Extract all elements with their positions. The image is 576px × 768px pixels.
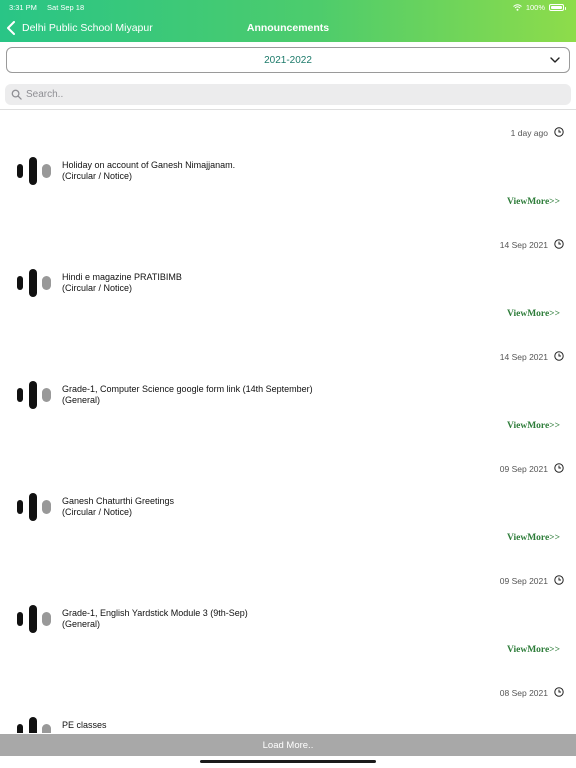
school-logo-icon: [17, 493, 51, 521]
view-more-link[interactable]: ViewMore>>: [507, 533, 560, 543]
announcement-title: Holiday on account of Ganesh Nimajjanam.: [62, 160, 236, 170]
view-more-link[interactable]: ViewMore>>: [507, 421, 560, 431]
clock-icon: [554, 239, 564, 249]
battery-icon: [549, 4, 566, 11]
announcement-category: (General): [62, 395, 101, 405]
search-box[interactable]: [5, 84, 571, 105]
announcement-title: Grade-1, English Yardstick Module 3 (9th…: [62, 608, 248, 618]
clock-icon: [554, 687, 564, 697]
announcement-card: 14 Sep 2021 Grade-1, Computer Science go…: [0, 335, 576, 447]
announcement-card: 09 Sep 2021 Ganesh Chaturthi Greetings (…: [0, 447, 576, 559]
search-input[interactable]: [26, 89, 546, 100]
announcement-date: 09 Sep 2021: [499, 576, 548, 586]
announcement-category: (Circular / Notice): [62, 507, 133, 517]
load-more-button[interactable]: Load More..: [0, 734, 576, 756]
announcement-title: Ganesh Chaturthi Greetings: [62, 496, 175, 506]
battery-percent: 100%: [525, 3, 545, 12]
announcement-category: (General): [62, 619, 101, 629]
search-icon: [11, 89, 22, 100]
school-logo-icon: [17, 717, 51, 733]
wifi-icon: [512, 4, 522, 11]
academic-year-value: 2021-2022: [264, 54, 312, 66]
clock-icon: [554, 463, 564, 473]
announcement-title: Hindi e magazine PRATIBIMB: [62, 272, 182, 282]
page-title: Announcements: [246, 22, 330, 34]
announcement-date: 09 Sep 2021: [499, 464, 548, 474]
announcement-category: (Circular / Notice): [62, 171, 133, 181]
view-more-link[interactable]: ViewMore>>: [507, 197, 560, 207]
status-time: 3:31 PM: [9, 3, 37, 12]
announcement-category: (Circular / Notice): [62, 283, 133, 293]
announcement-date: 14 Sep 2021: [499, 240, 548, 250]
clock-icon: [554, 575, 564, 585]
app-header: 3:31 PM Sat Sep 18 100% Delhi Public Sch…: [0, 0, 576, 42]
announcement-date: 14 Sep 2021: [499, 352, 548, 362]
announcement-date: 08 Sep 2021: [499, 688, 548, 698]
school-logo-icon: [17, 381, 51, 409]
academic-year-select[interactable]: 2021-2022: [6, 47, 570, 73]
announcement-title: Grade-1, Computer Science google form li…: [62, 384, 313, 394]
status-bar-right: 100%: [512, 3, 566, 12]
search-bar: [0, 81, 576, 110]
announcement-date: 1 day ago: [510, 128, 548, 138]
home-indicator[interactable]: [200, 760, 376, 763]
announcement-card: 08 Sep 2021 PE classes: [0, 671, 576, 733]
announcement-card: 14 Sep 2021 Hindi e magazine PRATIBIMB (…: [0, 223, 576, 335]
clock-icon: [554, 127, 564, 137]
clock-icon: [554, 351, 564, 361]
announcement-title: PE classes: [62, 720, 107, 730]
school-logo-icon: [17, 605, 51, 633]
announcement-list: 1 day ago Holiday on account of Ganesh N…: [0, 111, 576, 733]
announcement-card: 09 Sep 2021 Grade-1, English Yardstick M…: [0, 559, 576, 671]
status-bar-left: 3:31 PM Sat Sep 18: [9, 3, 92, 12]
school-logo-icon: [17, 269, 51, 297]
view-more-link[interactable]: ViewMore>>: [507, 309, 560, 319]
chevron-down-icon: [550, 57, 560, 63]
status-date: Sat Sep 18: [47, 3, 85, 12]
announcement-card: 1 day ago Holiday on account of Ganesh N…: [0, 111, 576, 223]
school-logo-icon: [17, 157, 51, 185]
view-more-link[interactable]: ViewMore>>: [507, 645, 560, 655]
